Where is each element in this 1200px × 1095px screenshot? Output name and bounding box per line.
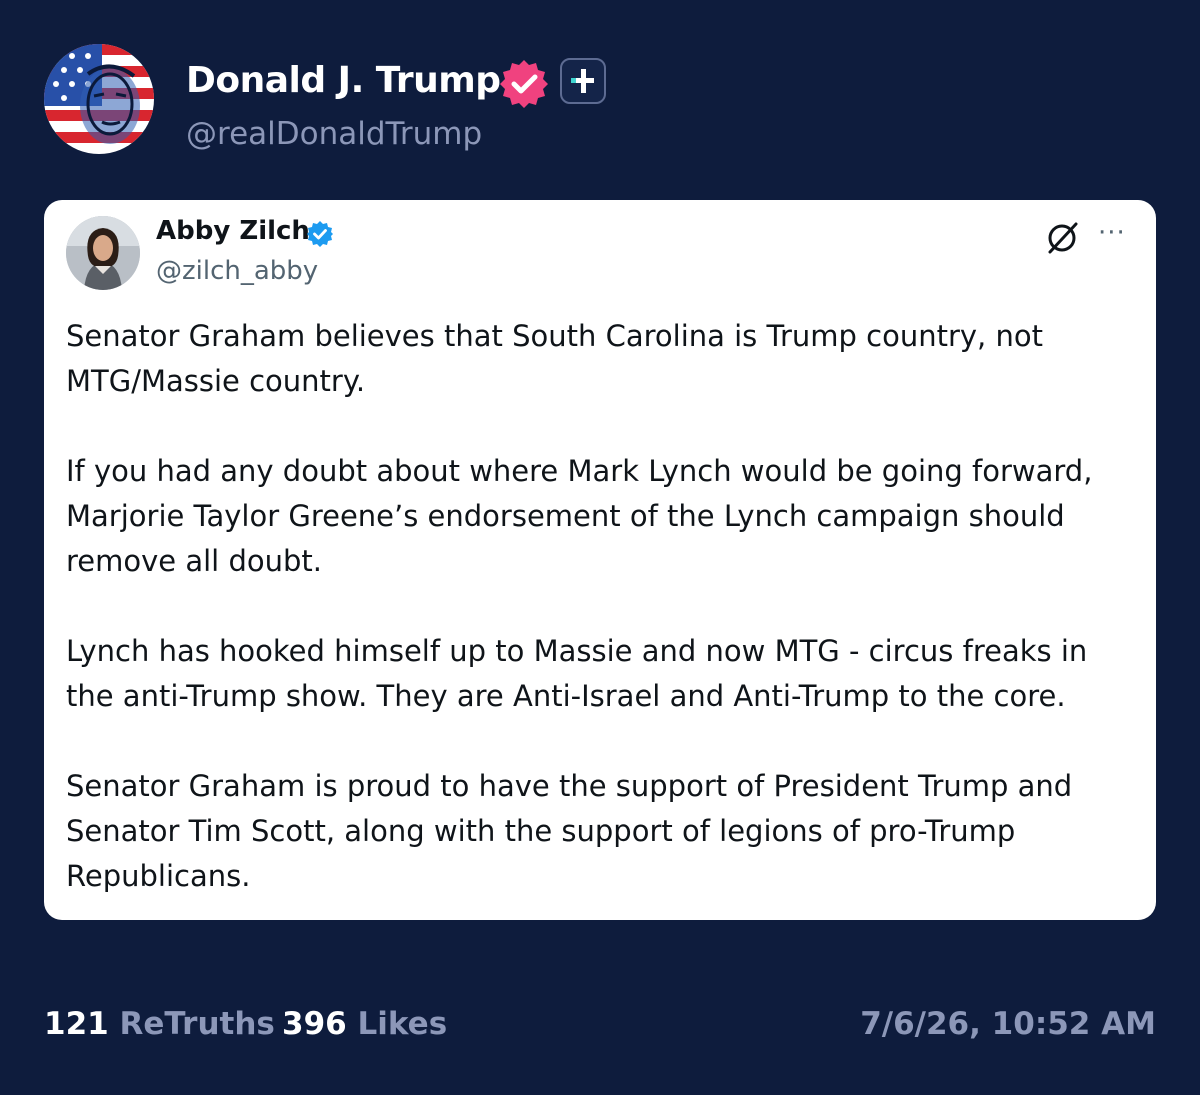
author-handle[interactable]: @realDonaldTrump <box>186 116 482 152</box>
grok-icon[interactable] <box>1044 220 1080 256</box>
verified-badge-icon <box>498 58 550 110</box>
paragraph: Lynch has hooked himself up to Massie an… <box>66 634 1088 713</box>
post-footer: 121 ReTruths 396 Likes 7/6/26, 10:52 AM <box>44 1006 1156 1052</box>
likes-stat[interactable]: 396 Likes <box>282 1006 447 1042</box>
likes-label: Likes <box>357 1006 448 1042</box>
quoted-author-handle[interactable]: @zilch_abby <box>156 256 318 286</box>
likes-count: 396 <box>282 1006 347 1042</box>
more-options-icon[interactable]: ··· <box>1098 218 1126 248</box>
plus-icon[interactable] <box>560 58 606 104</box>
flag-portrait-icon <box>44 44 154 154</box>
quoted-post-card[interactable]: Abby Zilch @zilch_abby ··· Senator Graha… <box>44 200 1156 920</box>
retruths-label: ReTruths <box>119 1006 275 1042</box>
paragraph: Senator Graham believes that South Carol… <box>66 319 1043 398</box>
paragraph: Senator Graham is proud to have the supp… <box>66 769 1073 893</box>
retruths-count: 121 <box>44 1006 109 1042</box>
verified-check-icon <box>306 220 334 248</box>
paragraph: If you had any doubt about where Mark Ly… <box>66 454 1093 578</box>
quoted-post-body: Senator Graham believes that South Carol… <box>66 314 1126 899</box>
author-display-name[interactable]: Donald J. Trump <box>186 60 501 101</box>
woman-portrait-icon <box>66 216 140 290</box>
post-timestamp[interactable]: 7/6/26, 10:52 AM <box>860 1006 1156 1042</box>
author-avatar[interactable] <box>44 44 154 154</box>
quoted-author-display-name[interactable]: Abby Zilch <box>156 216 310 246</box>
retruths-stat[interactable]: 121 ReTruths <box>44 1006 275 1042</box>
quoted-author-avatar[interactable] <box>66 216 140 290</box>
post-header: Donald J. Trump @realDonaldTrump <box>44 44 1154 156</box>
